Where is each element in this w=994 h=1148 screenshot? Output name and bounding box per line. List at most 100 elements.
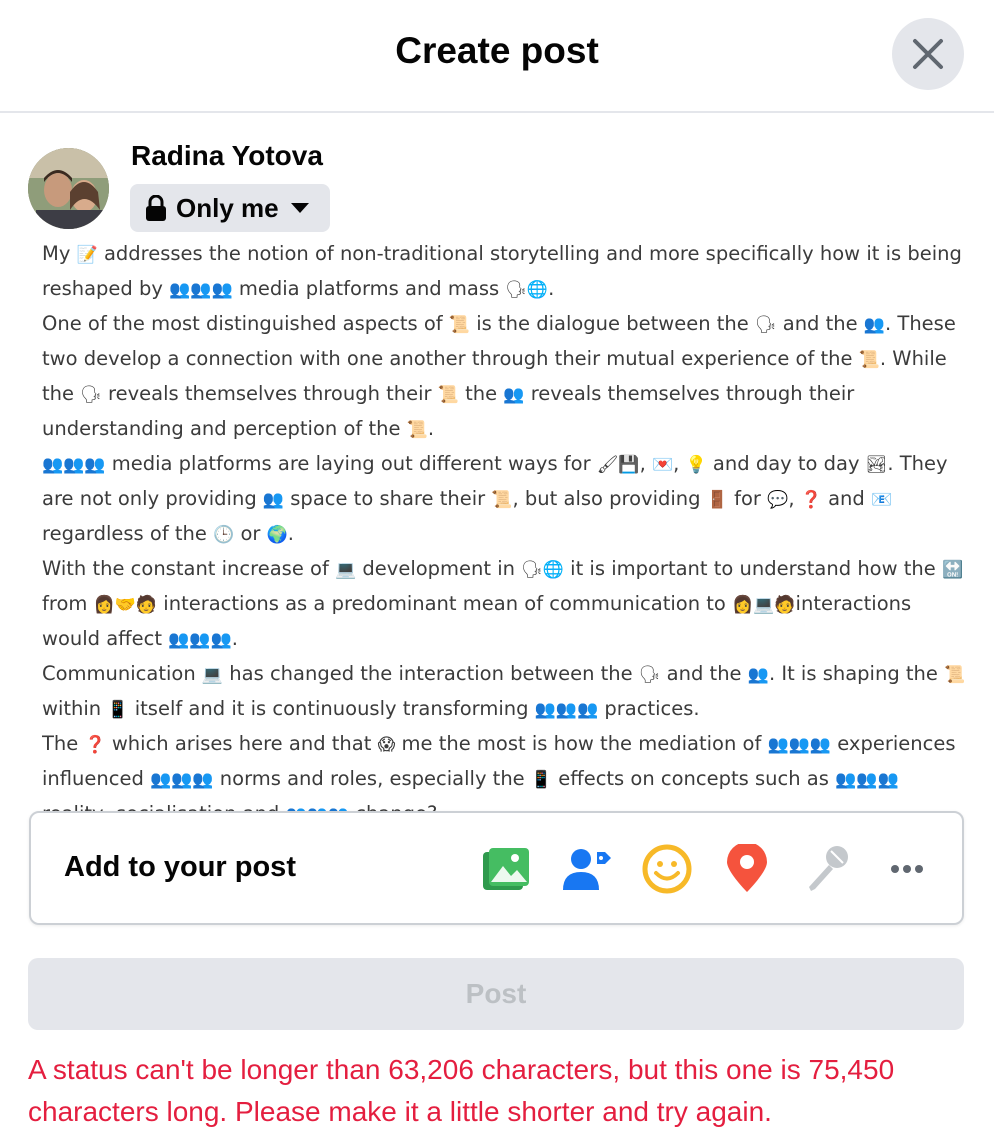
emoji: 👥👥👥	[767, 735, 832, 755]
text-run: Communication	[42, 662, 202, 685]
text-run: is the dialogue between the	[470, 312, 755, 335]
emoji: 👥	[262, 490, 285, 510]
error-message: A status can't be longer than 63,206 cha…	[28, 1054, 895, 1127]
dialog-header: Create post	[0, 0, 994, 113]
emoji: 📜	[491, 490, 513, 510]
emoji: 📝	[76, 245, 98, 265]
emoji: 👥👥👥	[150, 770, 214, 790]
emoji: 📱	[530, 770, 553, 790]
microphone-icon	[809, 846, 848, 891]
text-run: norms and roles, especially the	[213, 767, 531, 790]
emoji: 📜	[406, 420, 428, 440]
text-run: itself and it is continuously transformi…	[128, 697, 535, 720]
emoji: 👥👥👥	[169, 280, 233, 300]
emoji: 📧	[870, 490, 893, 510]
text-run: My	[42, 242, 77, 265]
emoji: 👥👥👥	[168, 630, 232, 650]
emoji: 🗣🌐	[505, 280, 549, 300]
tag-people-button[interactable]	[561, 843, 613, 895]
text-run: ,	[639, 452, 652, 475]
more-icon	[891, 865, 923, 873]
caret-down-icon	[290, 203, 309, 213]
text-run: space to share their	[284, 487, 492, 510]
text-run: One of the most distinguished aspects of	[42, 312, 449, 335]
text-run: .	[548, 277, 555, 300]
text-run: for	[727, 487, 768, 510]
post-paragraph: My 📝 addresses the notion of non-traditi…	[42, 237, 967, 307]
emoji: 📱	[107, 700, 129, 720]
emoji: 🗣	[80, 385, 102, 405]
emoji: 👥	[747, 665, 769, 685]
tag-people-icon	[563, 849, 611, 890]
emoji: 📜	[448, 315, 471, 335]
feeling-button[interactable]	[641, 843, 693, 895]
post-button[interactable]: Post	[28, 958, 964, 1030]
post-paragraph: Communication 💻 has changed the interact…	[42, 657, 967, 727]
text-run: .	[427, 417, 435, 440]
emoji: 👩🤝🧑	[93, 595, 158, 615]
text-run: ,	[788, 487, 801, 510]
text-run: it is important to understand how the	[563, 557, 942, 580]
more-options-button[interactable]	[881, 843, 933, 895]
emoji: 💻	[335, 560, 357, 580]
photo-video-icon	[483, 848, 529, 890]
add-to-post-label: Add to your post	[64, 851, 296, 883]
text-run: and	[821, 487, 871, 510]
text-run: and day to day	[706, 452, 866, 475]
lock-icon	[146, 195, 166, 221]
emoji: 😱	[377, 735, 396, 755]
emoji: 👥	[863, 315, 886, 335]
live-video-button[interactable]	[801, 843, 853, 895]
emoji: 🌍	[266, 525, 288, 545]
emoji: 📜	[858, 350, 880, 370]
text-run: With the constant increase of	[42, 557, 336, 580]
emoji: 🚪	[706, 490, 728, 510]
text-run: development in	[356, 557, 522, 580]
emoji: 💡	[685, 455, 707, 475]
text-run: media platforms are laying out different…	[105, 452, 597, 475]
emoji: 🕒	[213, 525, 235, 545]
add-to-post-bar: Add to your post	[29, 811, 964, 925]
emoji: 💻	[201, 665, 224, 685]
close-icon	[913, 39, 943, 69]
text-run: ,	[673, 452, 686, 475]
emoji: 💌	[651, 455, 674, 475]
photo-video-button[interactable]	[480, 843, 532, 895]
post-paragraph: 👥👥👥 media platforms are laying out diffe…	[42, 447, 967, 552]
dialog-title: Create post	[395, 30, 599, 71]
emoji: ❓	[84, 735, 106, 755]
feeling-icon	[642, 844, 692, 894]
text-run: from	[42, 592, 94, 615]
text-run: within	[42, 697, 108, 720]
text-run: the	[458, 382, 504, 405]
emoji: 📜	[437, 385, 459, 405]
text-run: and the	[660, 662, 748, 685]
emoji: 🗣	[754, 315, 777, 335]
author-name[interactable]: Radina Yotova	[131, 140, 323, 172]
emoji: 🗣	[638, 665, 661, 685]
post-paragraph: One of the most distinguished aspects of…	[42, 307, 967, 447]
post-paragraph: The ❓ which arises here and that 😱 me th…	[42, 727, 967, 813]
emoji: 🏞	[865, 455, 888, 475]
text-run: has changed the interaction between the	[223, 662, 639, 685]
text-run: , but also providing	[512, 487, 707, 510]
text-run: The	[42, 732, 85, 755]
emoji: 👩💻🧑	[732, 595, 796, 615]
text-run: . It is shaping the	[768, 662, 945, 685]
post-text-area[interactable]: My 📝 addresses the notion of non-traditi…	[42, 237, 967, 813]
text-run: which arises here and that	[105, 732, 378, 755]
emoji: 🗣🌐	[521, 560, 564, 580]
check-in-button[interactable]	[721, 843, 773, 895]
emoji: 🖌💾	[596, 455, 640, 475]
emoji: 📜	[944, 665, 966, 685]
emoji: 💬	[767, 490, 789, 510]
avatar[interactable]	[28, 148, 109, 229]
emoji: 👥👥👥	[534, 700, 599, 720]
post-paragraph: With the constant increase of 💻 developm…	[42, 552, 967, 657]
close-button[interactable]	[892, 18, 964, 90]
text-run: practices.	[598, 697, 700, 720]
emoji: 👥👥👥	[835, 770, 899, 790]
privacy-selector[interactable]: Only me	[130, 184, 330, 232]
text-run: me the most is how the mediation of	[395, 732, 768, 755]
text-run: .	[231, 627, 238, 650]
